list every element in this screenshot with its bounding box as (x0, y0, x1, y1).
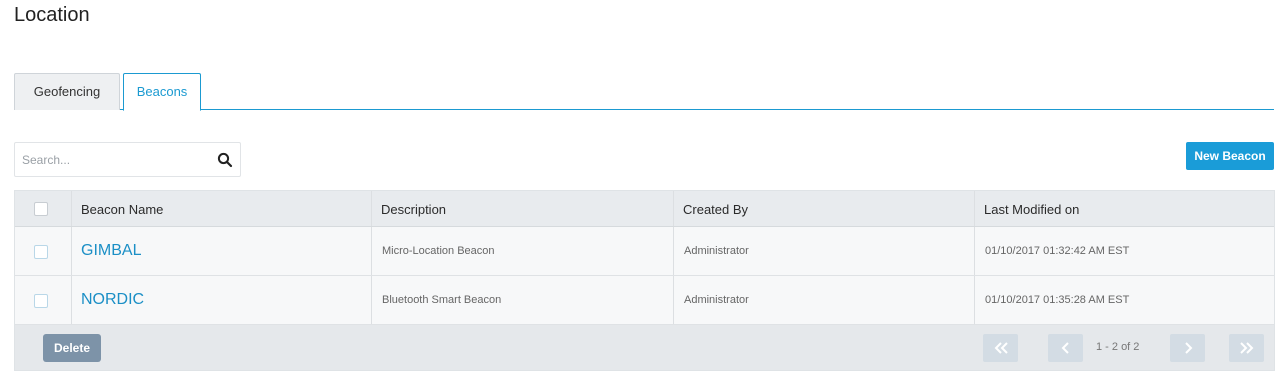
modified-cell: 01/10/2017 01:32:42 AM EST (975, 227, 1274, 275)
tab-bar: Geofencing Beacons (14, 73, 1274, 111)
column-header[interactable]: Last Modified on (975, 191, 1274, 226)
chevron-left-icon (1061, 342, 1069, 354)
table-footer: Delete 1 - 2 of 2 (15, 325, 1274, 370)
column-header-label: Last Modified on (984, 202, 1080, 217)
name-cell: NORDIC (72, 276, 372, 324)
beacon-name-link[interactable]: GIMBAL (81, 242, 141, 260)
new-beacon-button[interactable]: New Beacon (1186, 142, 1274, 170)
name-cell: GIMBAL (72, 227, 372, 275)
search-box (14, 142, 241, 177)
created-by-text: Administrator (684, 294, 749, 306)
modified-text: 01/10/2017 01:32:42 AM EST (985, 245, 1130, 257)
row-select-cell (15, 276, 72, 324)
beacons-table: Beacon Name Description Created By Last … (14, 190, 1275, 371)
row-select-cell (15, 227, 72, 275)
beacon-name-link[interactable]: NORDIC (81, 291, 144, 309)
description-text: Micro-Location Beacon (382, 245, 495, 257)
row-checkbox[interactable] (34, 245, 48, 259)
column-header-label: Description (381, 202, 447, 217)
search-icon[interactable] (217, 152, 233, 168)
tab-geofencing[interactable]: Geofencing (14, 73, 120, 110)
next-page-button[interactable] (1170, 334, 1205, 362)
select-all-cell (15, 191, 72, 226)
description-cell: Bluetooth Smart Beacon (372, 276, 674, 324)
description-text: Bluetooth Smart Beacon (382, 294, 502, 306)
double-chevron-right-icon (1240, 342, 1254, 354)
delete-button[interactable]: Delete (43, 334, 101, 362)
column-header[interactable]: Description (372, 191, 674, 226)
column-header-label: Created By (683, 202, 749, 217)
modified-cell: 01/10/2017 01:35:28 AM EST (975, 276, 1274, 324)
column-header-label: Beacon Name (81, 202, 164, 217)
table-row[interactable]: NORDIC Bluetooth Smart Beacon Administra… (15, 276, 1274, 325)
description-cell: Micro-Location Beacon (372, 227, 674, 275)
row-checkbox[interactable] (34, 294, 48, 308)
previous-page-button[interactable] (1048, 334, 1083, 362)
chevron-right-icon (1185, 342, 1193, 354)
created-by-cell: Administrator (674, 276, 975, 324)
tab-beacons[interactable]: Beacons (123, 73, 201, 111)
search-input[interactable] (15, 143, 215, 176)
double-chevron-left-icon (994, 342, 1008, 354)
page-title: Location (14, 4, 90, 26)
select-all-checkbox[interactable] (34, 202, 48, 216)
created-by-text: Administrator (684, 245, 749, 257)
table-row[interactable]: GIMBAL Micro-Location Beacon Administrat… (15, 227, 1274, 276)
modified-text: 01/10/2017 01:35:28 AM EST (985, 294, 1130, 306)
created-by-cell: Administrator (674, 227, 975, 275)
first-page-button[interactable] (983, 334, 1018, 362)
last-page-button[interactable] (1229, 334, 1264, 362)
column-header[interactable]: Created By (674, 191, 975, 226)
table-header: Beacon Name Description Created By Last … (15, 191, 1274, 227)
column-header[interactable]: Beacon Name (72, 191, 372, 226)
pagination-info: 1 - 2 of 2 (1096, 341, 1140, 353)
